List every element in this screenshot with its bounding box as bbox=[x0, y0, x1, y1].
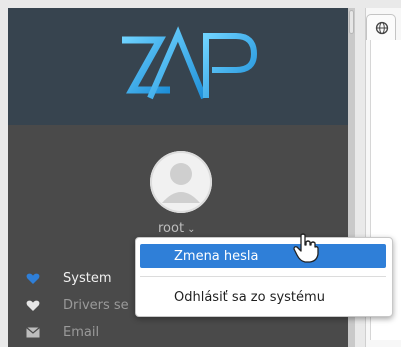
sidebar-item-email[interactable]: Email bbox=[8, 319, 348, 346]
hand-cursor-icon bbox=[293, 233, 319, 263]
user-dropdown-menu: Zmena hesla Odhlásiť sa zo systému bbox=[135, 237, 393, 317]
chevron-down-icon: ⌄ bbox=[187, 224, 196, 235]
heart-icon bbox=[25, 272, 41, 286]
change-password-item[interactable]: Zmena hesla bbox=[140, 244, 386, 268]
heart-icon bbox=[25, 299, 41, 313]
user-name: root bbox=[158, 221, 185, 236]
globe-icon bbox=[375, 21, 389, 35]
sidebar-item-label: Email bbox=[63, 325, 100, 340]
user-icon bbox=[162, 163, 200, 203]
zapi-logo[interactable] bbox=[108, 20, 268, 110]
menu-divider bbox=[140, 276, 386, 277]
user-menu-toggle[interactable]: root ⌄ bbox=[158, 221, 195, 236]
envelope-icon bbox=[25, 326, 41, 340]
logout-item[interactable]: Odhlásiť sa zo systému bbox=[140, 285, 386, 309]
sidebar-item-label: System bbox=[63, 271, 112, 286]
avatar[interactable] bbox=[150, 151, 212, 213]
sidebar-item-label: Drivers se bbox=[63, 298, 129, 313]
logo-band bbox=[8, 8, 348, 125]
browser-tab[interactable] bbox=[366, 14, 396, 40]
scrollbar-thumb[interactable] bbox=[349, 10, 354, 34]
